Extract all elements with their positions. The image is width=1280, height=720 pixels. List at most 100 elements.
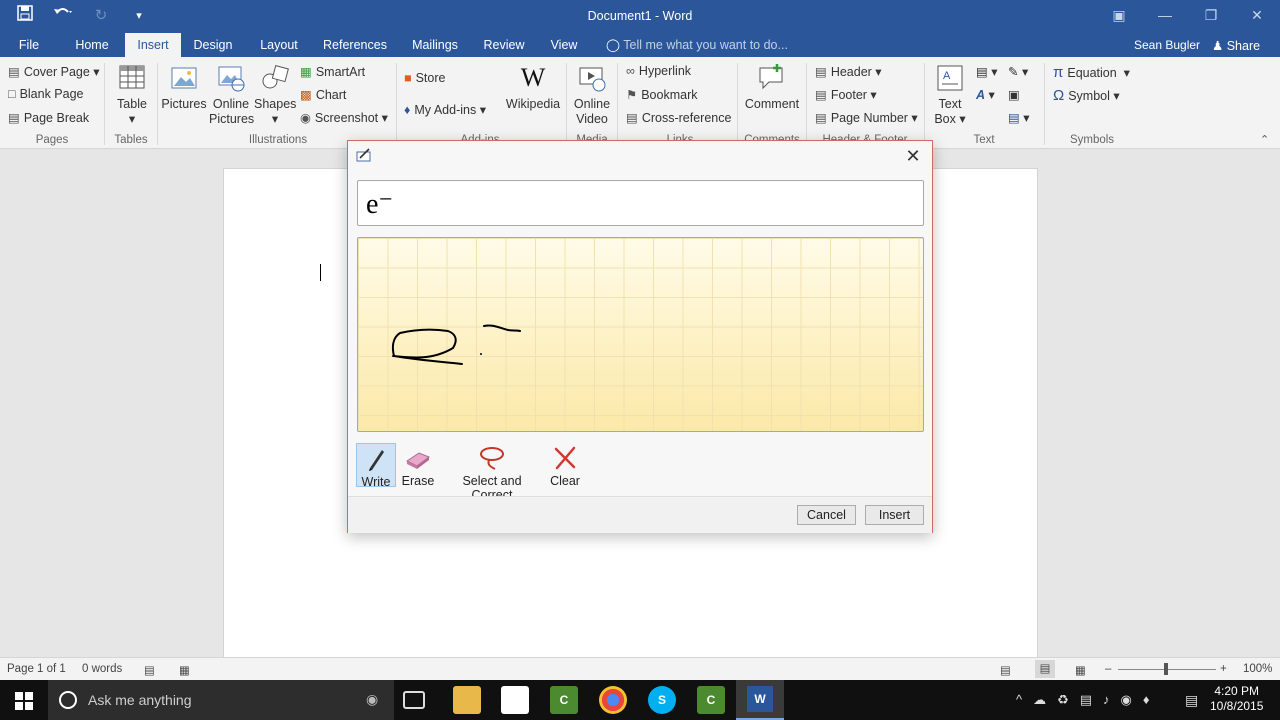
text-box-icon: A — [937, 65, 963, 91]
chrome-icon[interactable] — [599, 686, 627, 714]
close-window-button[interactable]: ✕ — [1234, 0, 1280, 33]
hyperlink-icon: ∞ — [626, 64, 635, 78]
online-video-button[interactable]: Online Video — [570, 63, 614, 127]
ribbon-display-options-icon[interactable]: ▣ — [1096, 0, 1142, 33]
tab-insert[interactable]: Insert — [125, 33, 181, 57]
system-tray-icons[interactable]: ^☁♻▤♪◉♦ — [1016, 692, 1161, 708]
macro-icon[interactable]: ▦ — [179, 663, 190, 677]
screenshot-label: Screenshot — [314, 111, 379, 125]
erase-tool[interactable]: Erase — [400, 443, 436, 488]
divider — [104, 63, 105, 145]
tab-review[interactable]: Review — [478, 33, 530, 57]
signature-line-button[interactable]: ✎ ▾ — [1008, 64, 1028, 79]
chart-icon: ▩ — [300, 88, 312, 102]
shapes-button[interactable]: Shapes ▾ — [254, 63, 296, 127]
write-tool[interactable]: Write — [356, 443, 396, 489]
quick-parts-button[interactable]: ▤ ▾ — [976, 64, 998, 79]
tab-design[interactable]: Design — [188, 33, 238, 57]
web-layout-icon[interactable]: ▦ — [1075, 663, 1086, 677]
online-pictures-button[interactable]: Online Pictures — [209, 63, 254, 127]
text-box-label-1: Text — [938, 97, 962, 111]
zoom-slider-thumb[interactable] — [1164, 663, 1168, 675]
clock-date: 10/8/2015 — [1210, 699, 1264, 713]
pi-icon: π — [1053, 64, 1064, 81]
smartart-button[interactable]: ▦ SmartArt — [300, 64, 365, 79]
symbol-button[interactable]: Ω Symbol ▾ — [1053, 87, 1120, 104]
cortana-search-box[interactable]: Ask me anything ◉ — [48, 680, 394, 720]
print-layout-icon[interactable]: ▤ — [1035, 660, 1055, 678]
select-and-correct-tool[interactable]: Select and Correct — [442, 443, 542, 502]
chart-button[interactable]: ▩ Chart — [300, 87, 346, 102]
file-explorer-icon[interactable] — [453, 686, 481, 714]
divider — [806, 63, 807, 145]
windows-start-icon[interactable] — [15, 692, 33, 710]
bookmark-button[interactable]: ⚑ Bookmark — [626, 87, 698, 102]
equation-preview-text: e⁻ — [366, 189, 394, 220]
tab-references[interactable]: References — [320, 33, 390, 57]
word-count[interactable]: 0 words — [82, 663, 122, 675]
page-number-icon: ▤ — [815, 111, 827, 125]
page-count[interactable]: Page 1 of 1 — [7, 663, 66, 675]
clock[interactable]: 4:20 PM 10/8/2015 — [1210, 684, 1263, 714]
store-taskbar-icon[interactable] — [501, 686, 529, 714]
camtasia-icon[interactable]: C — [550, 686, 578, 714]
cross-reference-button[interactable]: ▤ Cross-reference — [626, 110, 731, 125]
close-icon[interactable]: ✕ — [902, 145, 924, 167]
restore-button[interactable]: ❐ — [1188, 0, 1234, 33]
word-taskbar-button[interactable]: W — [736, 680, 784, 720]
blank-page-icon: □ — [8, 87, 16, 101]
date-time-icon: ▣ — [1008, 88, 1020, 102]
camtasia-recorder-icon[interactable]: C — [697, 686, 725, 714]
task-view-icon[interactable] — [403, 691, 425, 709]
tab-mailings[interactable]: Mailings — [405, 33, 465, 57]
zoom-out-button[interactable]: – — [1105, 663, 1111, 675]
tab-layout[interactable]: Layout — [252, 33, 306, 57]
minimize-button[interactable]: — — [1142, 0, 1188, 33]
equation-button[interactable]: π Equation ▾ — [1053, 64, 1130, 81]
screenshot-button[interactable]: ◉ Screenshot ▾ — [300, 110, 388, 125]
zoom-in-button[interactable]: + — [1220, 663, 1227, 675]
page-break-button[interactable]: ▤ Page Break — [8, 110, 89, 125]
zoom-level[interactable]: 100% — [1243, 663, 1272, 675]
wikipedia-button[interactable]: W Wikipedia — [505, 63, 561, 112]
pictures-button[interactable]: Pictures — [160, 63, 208, 112]
tab-view[interactable]: View — [544, 33, 584, 57]
equation-label: Equation — [1067, 66, 1117, 80]
my-addins-button[interactable]: ♦ My Add-ins ▾ — [404, 102, 486, 117]
notifications-icon[interactable]: ▤ — [1185, 692, 1198, 709]
online-pictures-icon — [218, 66, 245, 92]
blank-page-button[interactable]: □ Blank Page — [8, 87, 84, 101]
tab-file[interactable]: File — [8, 33, 50, 57]
wordart-button[interactable]: A ▾ — [976, 87, 995, 102]
comment-button[interactable]: Comment — [742, 63, 802, 112]
text-box-button[interactable]: A Text Box ▾ — [930, 63, 970, 127]
user-name[interactable]: Sean Bugler — [1134, 38, 1200, 52]
handwriting-canvas[interactable] — [357, 237, 924, 432]
person-icon: ♟ — [1212, 39, 1224, 53]
collapse-ribbon-icon[interactable]: ⌃ — [1260, 133, 1269, 146]
read-mode-icon[interactable]: ▤ — [1000, 663, 1011, 677]
insert-button[interactable]: Insert — [865, 505, 924, 525]
footer-button[interactable]: ▤ Footer ▾ — [815, 87, 877, 102]
store-button[interactable]: ■ Store — [404, 71, 445, 85]
signature-icon: ✎ — [1008, 65, 1019, 79]
equation-preview: e⁻ — [357, 180, 924, 226]
skype-icon[interactable]: S — [648, 686, 676, 714]
tell-me-box[interactable]: ◯ Tell me what you want to do... — [606, 37, 788, 52]
bookmark-label: Bookmark — [641, 88, 698, 102]
tab-home[interactable]: Home — [68, 33, 116, 57]
hyperlink-button[interactable]: ∞ Hyperlink — [626, 64, 691, 78]
tell-me-text: Tell me what you want to do... — [623, 38, 788, 52]
proofing-icon[interactable]: ▤ — [144, 663, 155, 677]
cover-page-button[interactable]: ▤ Cover Page ▾ — [8, 64, 100, 79]
object-button[interactable]: ▤ ▾ — [1008, 110, 1030, 125]
microphone-icon[interactable]: ◉ — [366, 691, 378, 708]
header-button[interactable]: ▤ Header ▾ — [815, 64, 882, 79]
cancel-button[interactable]: Cancel — [797, 505, 856, 525]
blank-page-label: Blank Page — [19, 87, 84, 101]
share-button[interactable]: ♟ Share — [1212, 38, 1260, 53]
clear-tool[interactable]: Clear — [546, 443, 584, 488]
table-button[interactable]: Table ▾ — [112, 63, 152, 127]
page-number-button[interactable]: ▤ Page Number ▾ — [815, 110, 918, 125]
date-time-button[interactable]: ▣ — [1008, 87, 1020, 102]
